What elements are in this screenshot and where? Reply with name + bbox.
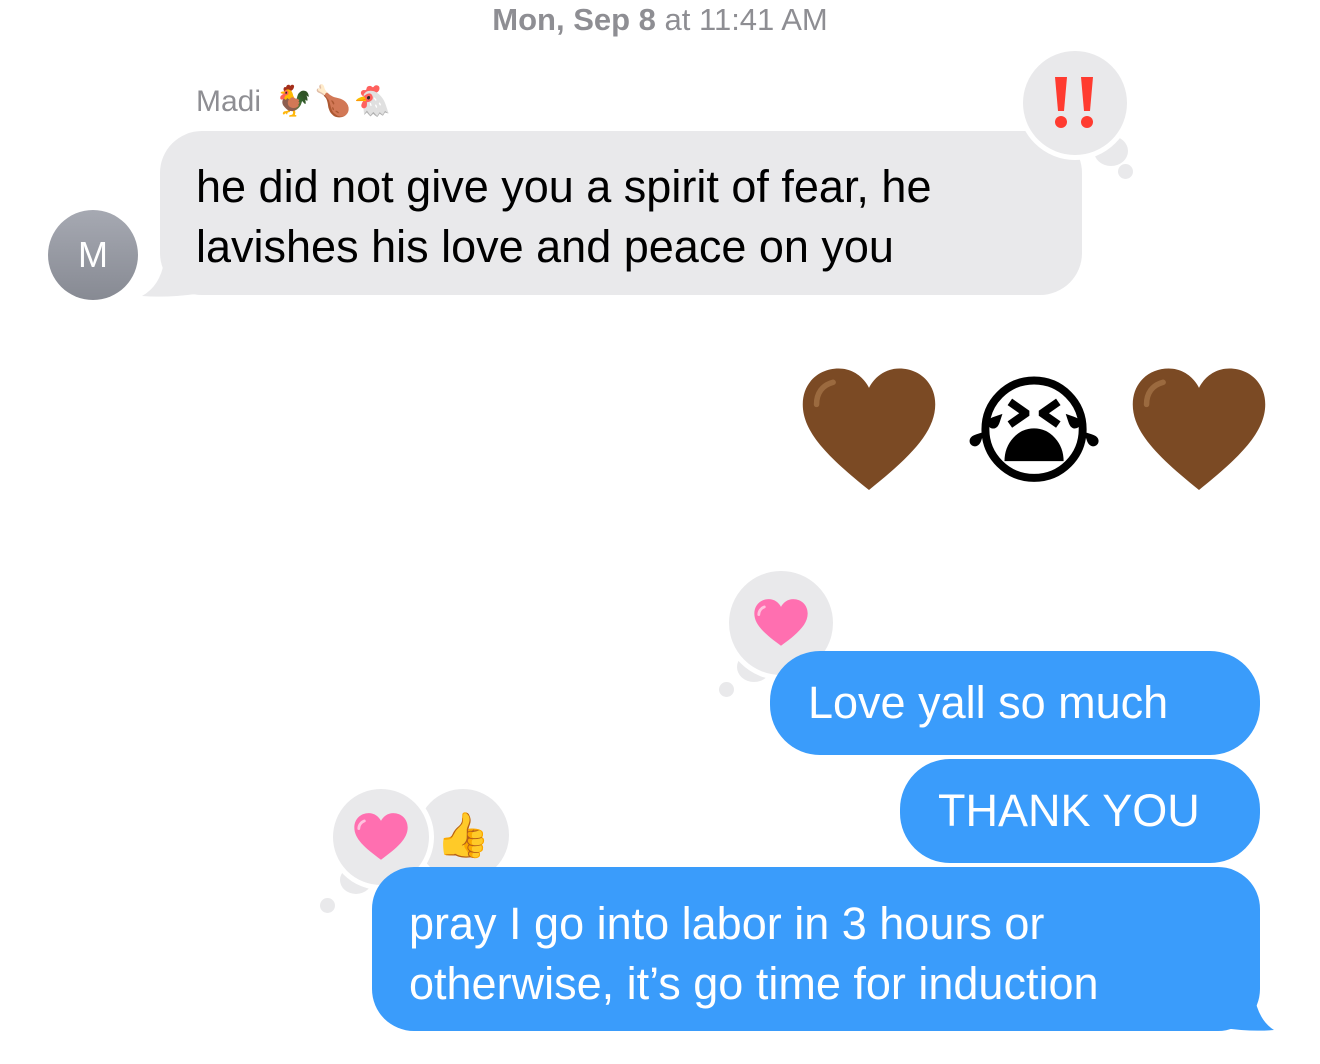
- pink-heart-icon: [354, 813, 408, 860]
- avatar[interactable]: M: [48, 210, 138, 300]
- incoming-message-bubble[interactable]: he did not give you a spirit of fear, he…: [160, 131, 1082, 295]
- thumbs-up-icon: 👍: [435, 811, 491, 860]
- emoji-crying-face: 😭: [964, 365, 1105, 499]
- timestamp-time: at 11:41 AM: [664, 2, 828, 37]
- reaction-bubble-exclaim[interactable]: [1018, 46, 1132, 160]
- outgoing-message-bubble[interactable]: Love yall so much: [770, 651, 1260, 755]
- message-text: Love yall so much: [808, 677, 1169, 728]
- brown-heart-icon: [1132, 368, 1266, 490]
- conversation-timestamp: Mon, Sep 8 at 11:41 AM: [0, 2, 1320, 38]
- sender-name: Madi: [196, 84, 262, 118]
- message-text: THANK YOU: [938, 785, 1200, 836]
- message-text: pray I go into labor in 3 hours or other…: [409, 898, 1099, 1009]
- emoji-message[interactable]: 😭: [800, 362, 1268, 502]
- reaction-tail-dot-small: [320, 898, 335, 913]
- outgoing-message-bubble[interactable]: pray I go into labor in 3 hours or other…: [372, 867, 1260, 1031]
- reaction-tail-dot-small: [719, 682, 734, 697]
- double-exclamation-icon: [1055, 77, 1093, 128]
- outgoing-message-bubble[interactable]: THANK YOU: [900, 759, 1260, 863]
- timestamp-day: Mon, Sep 8: [492, 2, 656, 37]
- sender-emoji-suffix: 🐓🍗🐔: [275, 85, 394, 118]
- avatar-initial: M: [78, 234, 108, 275]
- brown-heart-icon: [802, 368, 936, 490]
- pink-heart-icon: [754, 599, 808, 646]
- reaction-tail-dot-small: [1118, 164, 1133, 179]
- sender-label: Madi 🐓🍗🐔: [196, 84, 393, 119]
- message-text: he did not give you a spirit of fear, he…: [196, 161, 932, 272]
